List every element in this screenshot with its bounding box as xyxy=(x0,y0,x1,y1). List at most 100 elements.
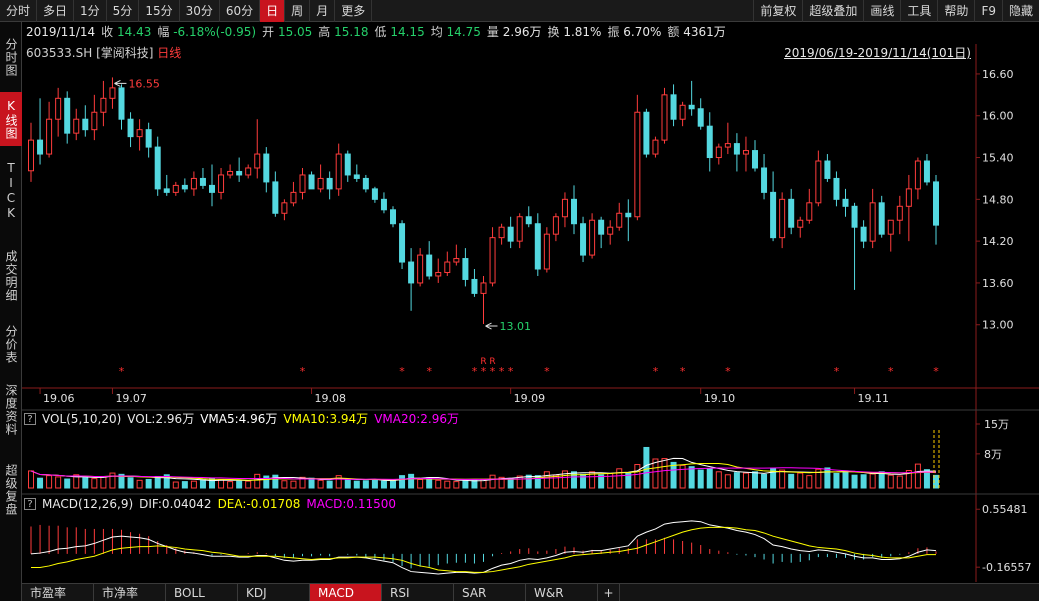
volume-bar xyxy=(227,481,234,489)
add-tab-icon[interactable]: + xyxy=(598,584,620,601)
volume-bar xyxy=(715,471,722,489)
date-tick-label: 19.10 xyxy=(704,392,736,405)
candle-body xyxy=(290,191,297,204)
tab-1[interactable]: 市净率 xyxy=(94,584,166,601)
candle-body xyxy=(589,219,596,256)
period-button-7[interactable]: 日 xyxy=(260,0,286,22)
r-mark: R xyxy=(489,357,495,367)
candle-body xyxy=(462,258,469,280)
volume-bar xyxy=(371,479,378,489)
volume-bar xyxy=(471,479,478,489)
period-button-5[interactable]: 30分 xyxy=(180,0,220,22)
period-button-0[interactable]: 分时 xyxy=(0,0,38,22)
tab-3[interactable]: KDJ xyxy=(238,584,310,601)
candle-body xyxy=(598,219,605,235)
period-button-4[interactable]: 15分 xyxy=(139,0,180,22)
volume-bar xyxy=(742,472,749,489)
tab-2[interactable]: BOLL xyxy=(166,584,238,601)
period-buttons: 分时 多日 1分 5分 15分 30分 60分日周月更多 xyxy=(0,0,373,22)
period-button-2[interactable]: 1分 xyxy=(74,0,107,22)
volume-bar xyxy=(842,470,849,489)
sidebar-item-3[interactable]: 成交明细 xyxy=(0,235,22,316)
sidebar-item-5[interactable]: 深度资料 xyxy=(0,372,22,448)
tab-0[interactable]: 市盈率 xyxy=(22,584,94,601)
volume-bar xyxy=(724,474,731,489)
volume-bar xyxy=(380,480,387,489)
period-button-9[interactable]: 月 xyxy=(310,0,336,22)
volume-bar xyxy=(824,467,831,489)
candle-body xyxy=(779,198,786,239)
tab-5[interactable]: RSI xyxy=(382,584,454,601)
macd-tick-label: 0.55481 xyxy=(982,503,1028,516)
signal-star: * xyxy=(426,365,432,378)
help-icon[interactable]: ? xyxy=(24,498,36,510)
candle-body xyxy=(91,111,98,131)
candle-body xyxy=(55,97,62,120)
candle-body xyxy=(145,129,152,148)
volume-bar xyxy=(326,480,333,489)
candle-body xyxy=(752,150,758,169)
candle-body xyxy=(688,104,695,110)
tool-button-2[interactable]: 画线 xyxy=(863,0,900,22)
candle-body xyxy=(905,188,912,207)
tab-6[interactable]: SAR xyxy=(454,584,526,601)
candle-body xyxy=(797,219,804,228)
candle-body xyxy=(914,160,921,190)
tool-button-1[interactable]: 超级叠加 xyxy=(802,0,863,22)
period-button-10[interactable]: 更多 xyxy=(335,0,373,22)
volume-bar xyxy=(860,474,867,489)
tab-7[interactable]: W&R xyxy=(526,584,598,601)
volume-bar xyxy=(344,478,351,489)
sidebar-item-4[interactable]: 分价表 xyxy=(0,320,22,368)
volume-bar xyxy=(733,472,740,489)
volume-bar xyxy=(679,464,686,489)
candle-body xyxy=(842,198,849,207)
volume-bar xyxy=(46,475,53,489)
candle-body xyxy=(806,202,813,221)
signal-star: * xyxy=(725,365,731,378)
candle-body xyxy=(824,160,831,179)
tool-button-0[interactable]: 前复权 xyxy=(753,0,802,22)
volume-bar xyxy=(290,480,297,489)
candle-body xyxy=(181,184,188,190)
sidebar-item-0[interactable]: 分时图 xyxy=(0,26,22,88)
volume-bar xyxy=(670,461,677,489)
candle-body xyxy=(833,177,840,200)
candle-body xyxy=(254,153,261,169)
candle-body xyxy=(561,198,568,218)
period-button-1[interactable]: 多日 xyxy=(37,0,75,22)
signal-star: * xyxy=(933,365,939,378)
volume-bar xyxy=(833,472,840,489)
volume-bar xyxy=(851,474,858,489)
candle-body xyxy=(534,223,541,270)
volume-bar xyxy=(281,480,288,489)
candle-body xyxy=(408,261,415,284)
tool-button-3[interactable]: 工具 xyxy=(900,0,937,22)
volume-bar xyxy=(634,464,641,489)
tool-button-5[interactable]: F9 xyxy=(974,0,1002,22)
period-button-3[interactable]: 5分 xyxy=(107,0,140,22)
candle-body xyxy=(580,223,587,256)
tool-button-4[interactable]: 帮助 xyxy=(937,0,974,22)
candle-body xyxy=(715,146,722,159)
help-icon[interactable]: ? xyxy=(24,413,36,425)
period-button-6[interactable]: 60分 xyxy=(220,0,261,22)
volume-bar xyxy=(353,480,360,489)
sidebar-item-2[interactable]: TICK xyxy=(0,150,22,231)
sidebar-item-6[interactable]: 超级复盘 xyxy=(0,452,22,528)
period-button-8[interactable]: 周 xyxy=(285,0,311,22)
volume-bar xyxy=(254,473,261,489)
candle-body xyxy=(878,202,885,235)
candle-body xyxy=(607,226,614,235)
candle-body xyxy=(923,160,930,183)
volume-bar xyxy=(878,471,885,489)
candle-body xyxy=(172,184,179,193)
sidebar-item-1[interactable]: K线图 xyxy=(0,92,22,146)
candle-body xyxy=(46,118,53,155)
candle-body xyxy=(163,188,170,193)
tool-button-6[interactable]: 隐藏 xyxy=(1001,0,1039,22)
volume-bar xyxy=(136,479,143,489)
tab-4[interactable]: MACD xyxy=(310,584,382,601)
volume-bar xyxy=(688,466,695,489)
volume-bar xyxy=(444,480,451,489)
